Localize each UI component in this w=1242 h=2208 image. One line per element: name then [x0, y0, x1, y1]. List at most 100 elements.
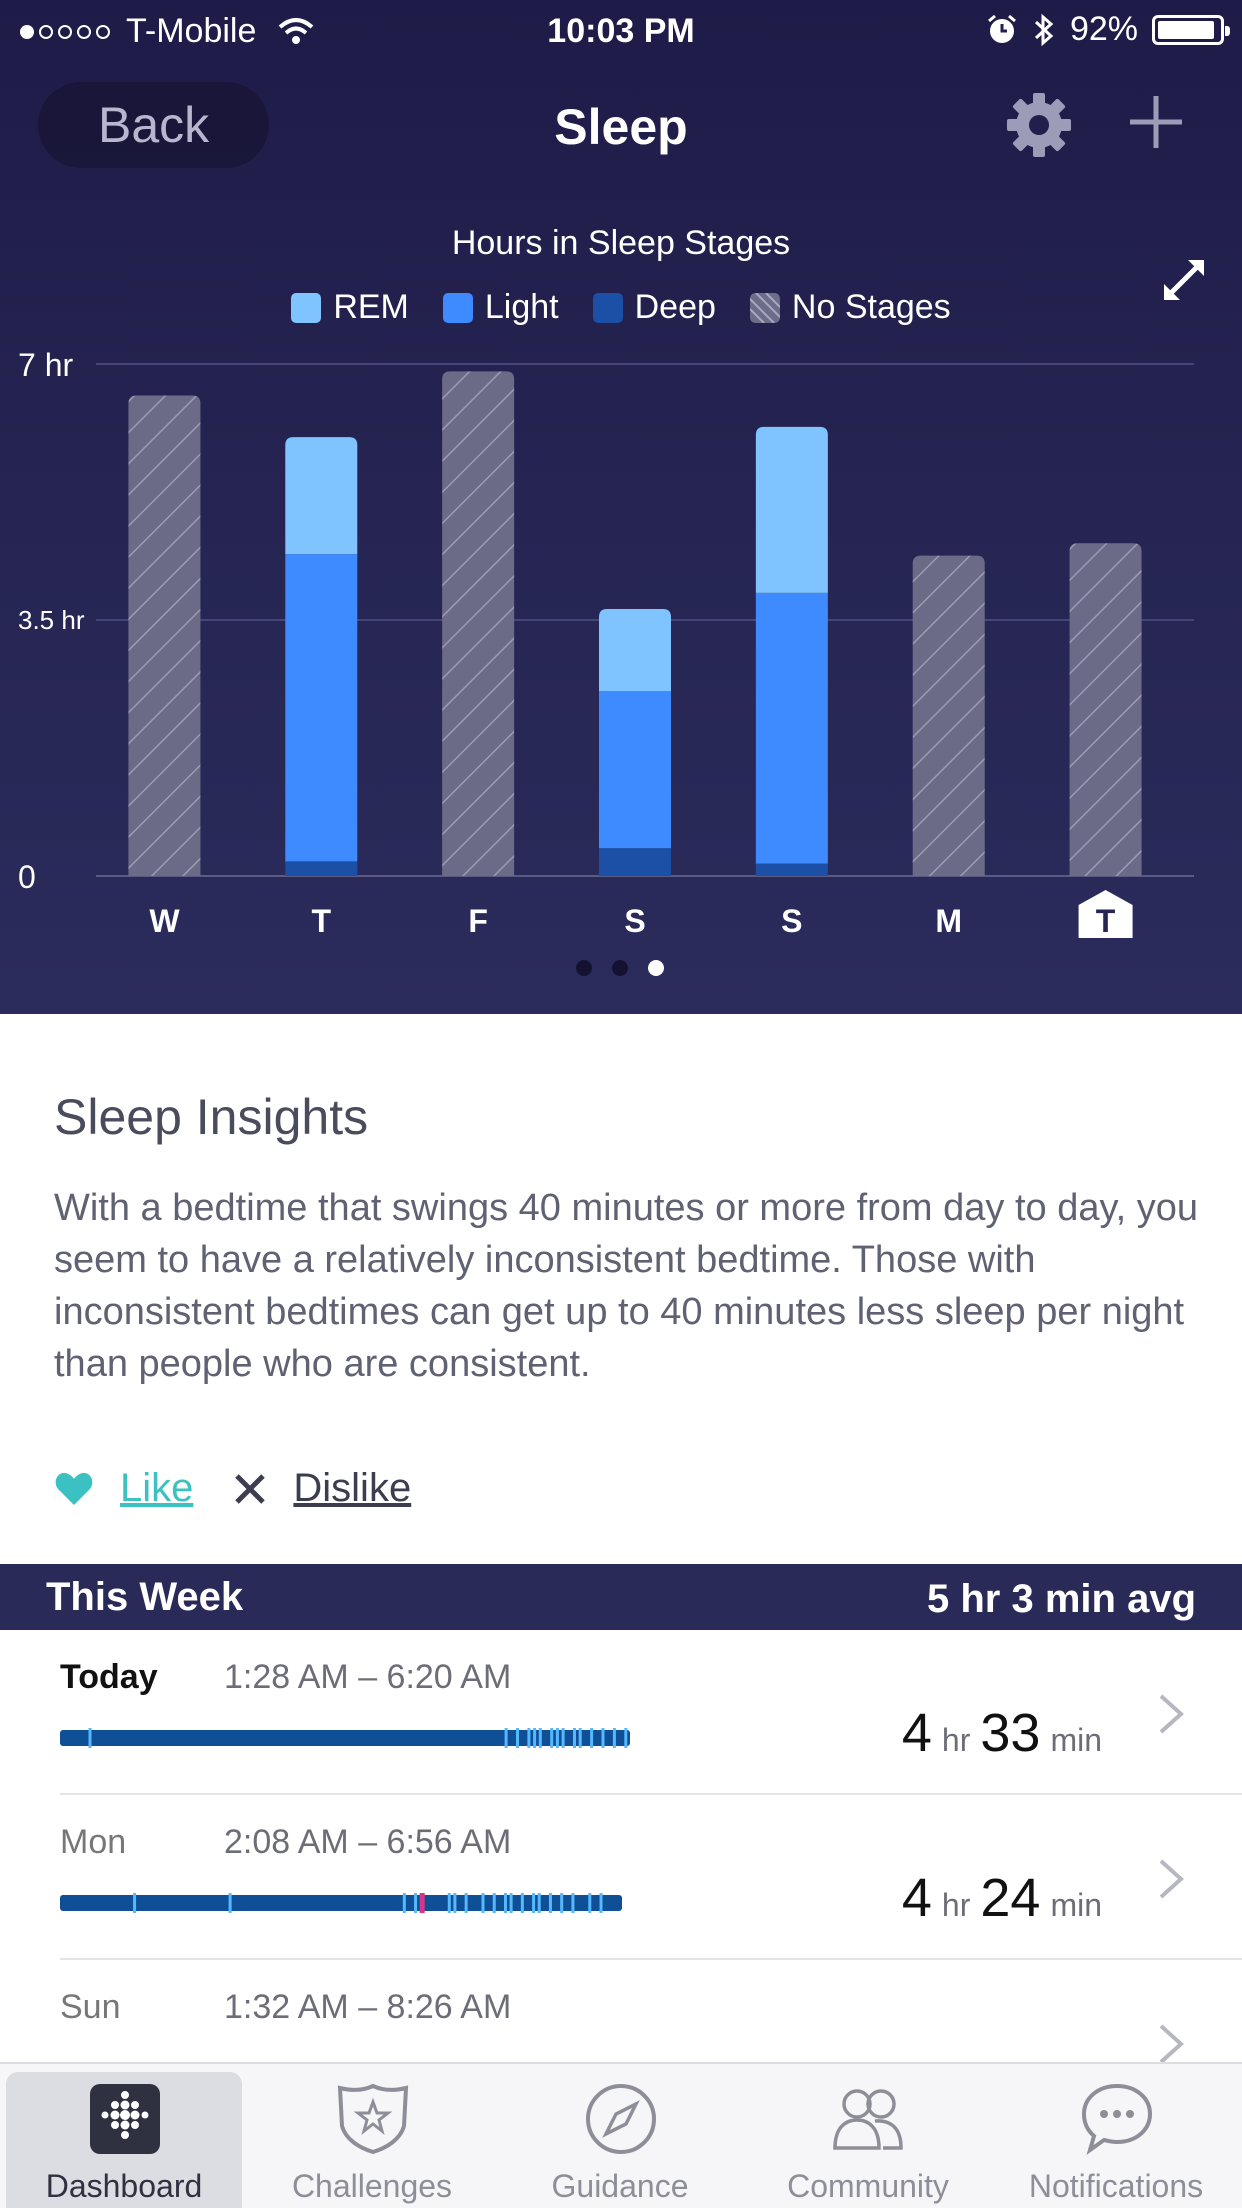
sleep-log-day: Today: [60, 1658, 158, 1696]
insights-body: With a bedtime that swings 40 minutes or…: [54, 1187, 1199, 1385]
add-plus-icon[interactable]: [1124, 90, 1188, 154]
sleep-log-time-range: 1:32 AM – 8:26 AM: [224, 1988, 512, 2026]
page-indicator-dot[interactable]: [576, 960, 592, 976]
x-tick-label[interactable]: S: [624, 903, 645, 939]
tab-label: Notifications: [1028, 2168, 1204, 2204]
tab-guidance[interactable]: Guidance: [502, 2072, 738, 2208]
y-tick-label: 0: [18, 859, 36, 895]
awake-mark: [624, 1728, 628, 1748]
bar-rem[interactable]: [755, 426, 828, 593]
bar-light[interactable]: [755, 592, 828, 864]
close-x-icon: [235, 1473, 266, 1504]
x-tick-label[interactable]: T: [312, 903, 332, 939]
sleep-log-time-range: 2:08 AM – 6:56 AM: [224, 1823, 512, 1861]
y-tick-label: 7 hr: [18, 347, 73, 383]
legend-item-light: Light: [442, 288, 559, 327]
awake-mark: [464, 1893, 468, 1913]
page-indicator-dot[interactable]: [648, 960, 664, 976]
awake-mark: [492, 1893, 496, 1913]
tab-bar: Dashboard Challenges Guidance Community …: [0, 2062, 1242, 2208]
awake-mark: [414, 1893, 418, 1913]
bar-rem[interactable]: [285, 437, 358, 555]
awake-mark: [560, 1893, 564, 1913]
gear-icon[interactable]: [1004, 90, 1074, 160]
duration-hours-unit: hr: [941, 1887, 971, 1923]
chat-bubble-icon: [1081, 2083, 1153, 2155]
duration-hours: 4: [901, 1703, 932, 1763]
awake-mark: [503, 1893, 507, 1913]
bar-deep[interactable]: [599, 848, 671, 876]
bar-deep[interactable]: [285, 861, 358, 876]
bar-no-stages[interactable]: [128, 395, 201, 876]
bar-no-stages[interactable]: [912, 555, 985, 876]
page-indicator-dot[interactable]: [612, 960, 628, 976]
y-tick-label: 3.5 hr: [18, 605, 85, 635]
tab-label: Community: [787, 2168, 949, 2204]
status-bar: T-Mobile 10:03 PM 92%: [0, 0, 1242, 62]
awake-mark: [612, 1728, 616, 1748]
awake-mark: [601, 1728, 605, 1748]
x-tick-label[interactable]: T: [1096, 903, 1116, 939]
duration-minutes-unit: min: [1050, 1887, 1102, 1923]
awake-mark: [550, 1728, 554, 1748]
this-week-title: This Week: [46, 1575, 244, 1619]
dashboard-icon: [90, 2084, 160, 2154]
bar-no-stages[interactable]: [442, 371, 515, 876]
chart-title: Hours in Sleep Stages: [451, 224, 791, 262]
bar-light[interactable]: [599, 690, 671, 849]
bar-rem[interactable]: [599, 609, 671, 691]
awake-mark: [573, 1728, 576, 1748]
sleep-pattern-bar: [60, 1728, 630, 1748]
x-tick-label[interactable]: F: [468, 903, 488, 939]
tab-notifications[interactable]: Notifications: [998, 2072, 1234, 2208]
legend-label-rem: REM: [333, 288, 409, 326]
awake-mark: [599, 1893, 603, 1913]
duration-minutes-unit: min: [1050, 1722, 1102, 1758]
bar-deep[interactable]: [755, 863, 828, 876]
insight-feedback: Like Dislike: [54, 1466, 411, 1511]
bluetooth-icon: [1034, 13, 1054, 46]
chevron-right-icon: [1159, 1859, 1184, 1899]
tab-community[interactable]: Community: [750, 2072, 986, 2208]
awake-mark: [228, 1893, 232, 1913]
bar-no-stages[interactable]: [1069, 543, 1142, 876]
dislike-button[interactable]: Dislike: [233, 1466, 411, 1511]
awake-mark: [578, 1728, 582, 1748]
duration-hours: 4: [901, 1868, 932, 1928]
sleep-log-day: Sun: [60, 1988, 121, 2026]
sleep-log-time-range: 1:28 AM – 6:20 AM: [224, 1658, 512, 1696]
sleep-header-panel: T-Mobile 10:03 PM 92% Back Sleep Hours i…: [0, 0, 1242, 1014]
like-button[interactable]: Like: [54, 1466, 193, 1511]
legend-item-rem: REM: [291, 288, 409, 327]
legend-swatch-rem: [291, 292, 322, 323]
insights-title: Sleep Insights: [54, 1089, 369, 1145]
awake-mark: [555, 1728, 559, 1748]
compass-icon: [586, 2084, 656, 2154]
awake-mark: [402, 1893, 406, 1913]
restless-mark: [419, 1893, 425, 1913]
sleep-log-row[interactable]: Today 1:28 AM – 6:20 AM 4 hr 33 min: [0, 1630, 1242, 1795]
awake-mark: [588, 1893, 592, 1913]
x-tick-label[interactable]: M: [935, 903, 962, 939]
awake-mark: [537, 1893, 541, 1913]
expand-fullscreen-icon[interactable]: [1158, 254, 1210, 306]
tab-dashboard[interactable]: Dashboard: [6, 2072, 242, 2208]
awake-mark: [447, 1893, 451, 1913]
tab-label: Challenges: [291, 2168, 453, 2204]
this-week-header: This Week 5 hr 3 min avg: [0, 1564, 1242, 1630]
sleep-log-row[interactable]: Mon 2:08 AM – 6:56 AM 4 hr 24 min: [0, 1795, 1242, 1960]
x-tick-label[interactable]: W: [149, 903, 180, 939]
awake-mark: [548, 1893, 552, 1913]
x-tick-label[interactable]: S: [781, 903, 802, 939]
legend-label-deep: Deep: [634, 288, 716, 326]
awake-mark: [571, 1893, 575, 1913]
battery-percent: 92%: [1069, 10, 1138, 48]
tab-label: Dashboard: [45, 2168, 203, 2204]
duration-minutes: 33: [980, 1703, 1041, 1763]
bar-light[interactable]: [285, 554, 358, 862]
battery-icon: [1152, 14, 1230, 45]
sleep-duration: 4 hr 24 min: [902, 1867, 1102, 1929]
legend-swatch-deep: [592, 292, 623, 323]
legend-item-deep: Deep: [592, 288, 716, 327]
tab-challenges[interactable]: Challenges: [254, 2072, 490, 2208]
